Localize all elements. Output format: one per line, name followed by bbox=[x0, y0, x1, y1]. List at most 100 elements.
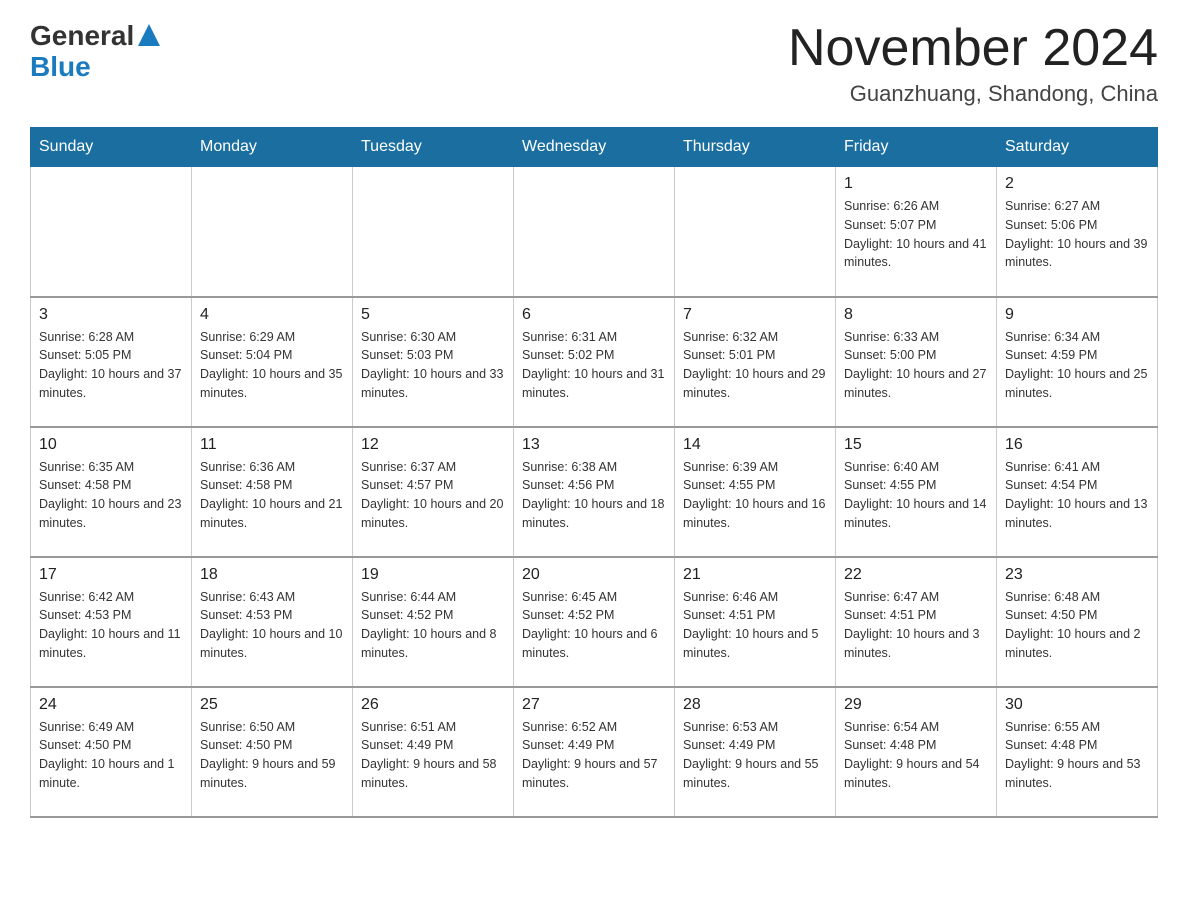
day-info: Sunrise: 6:53 AMSunset: 4:49 PMDaylight:… bbox=[683, 718, 827, 793]
day-number: 11 bbox=[200, 436, 344, 454]
calendar-cell: 25 Sunrise: 6:50 AMSunset: 4:50 PMDayligh… bbox=[192, 687, 353, 817]
calendar-cell: 2 Sunrise: 6:27 AMSunset: 5:06 PMDaylight… bbox=[997, 167, 1158, 297]
header-row: SundayMondayTuesdayWednesdayThursdayFrid… bbox=[31, 128, 1158, 167]
page-header: General Blue November 2024 Guanzhuang, S… bbox=[30, 20, 1158, 107]
day-info: Sunrise: 6:34 AMSunset: 4:59 PMDaylight:… bbox=[1005, 328, 1149, 403]
calendar-cell: 21 Sunrise: 6:46 AMSunset: 4:51 PMDayligh… bbox=[675, 557, 836, 687]
day-number: 12 bbox=[361, 436, 505, 454]
calendar-cell: 4 Sunrise: 6:29 AMSunset: 5:04 PMDaylight… bbox=[192, 297, 353, 427]
day-number: 15 bbox=[844, 436, 988, 454]
calendar-cell bbox=[31, 167, 192, 297]
calendar-cell: 20Sunrise: 6:45 AMSunset: 4:52 PMDayligh… bbox=[514, 557, 675, 687]
day-info: Sunrise: 6:51 AMSunset: 4:49 PMDaylight:… bbox=[361, 718, 505, 793]
title-section: November 2024 Guanzhuang, Shandong, Chin… bbox=[788, 20, 1158, 107]
day-number: 2 bbox=[1005, 175, 1149, 193]
day-number: 27 bbox=[522, 696, 666, 714]
calendar-cell: 7 Sunrise: 6:32 AMSunset: 5:01 PMDaylight… bbox=[675, 297, 836, 427]
day-info: Sunrise: 6:32 AMSunset: 5:01 PMDaylight:… bbox=[683, 328, 827, 403]
day-number: 19 bbox=[361, 566, 505, 584]
calendar-table: SundayMondayTuesdayWednesdayThursdayFrid… bbox=[30, 127, 1158, 818]
day-number: 16 bbox=[1005, 436, 1149, 454]
calendar-cell: 1 Sunrise: 6:26 AMSunset: 5:07 PMDaylight… bbox=[836, 167, 997, 297]
calendar-body: 1 Sunrise: 6:26 AMSunset: 5:07 PMDaylight… bbox=[31, 167, 1158, 817]
calendar-cell: 27 Sunrise: 6:52 AMSunset: 4:49 PMDayligh… bbox=[514, 687, 675, 817]
day-number: 23 bbox=[1005, 566, 1149, 584]
calendar-cell: 10 Sunrise: 6:35 AMSunset: 4:58 PMDayligh… bbox=[31, 427, 192, 557]
calendar-cell: 23 Sunrise: 6:48 AMSunset: 4:50 PMDayligh… bbox=[997, 557, 1158, 687]
calendar-cell: 9 Sunrise: 6:34 AMSunset: 4:59 PMDaylight… bbox=[997, 297, 1158, 427]
header-cell-tuesday: Tuesday bbox=[353, 128, 514, 167]
day-number: 17 bbox=[39, 566, 183, 584]
header-cell-monday: Monday bbox=[192, 128, 353, 167]
day-number: 21 bbox=[683, 566, 827, 584]
month-title: November 2024 bbox=[788, 20, 1158, 77]
day-number: 9 bbox=[1005, 306, 1149, 324]
day-info: Sunrise: 6:40 AMSunset: 4:55 PMDaylight:… bbox=[844, 458, 988, 533]
day-number: 8 bbox=[844, 306, 988, 324]
day-info: Sunrise: 6:36 AMSunset: 4:58 PMDaylight:… bbox=[200, 458, 344, 533]
day-number: 18 bbox=[200, 566, 344, 584]
logo-general-text: General bbox=[30, 22, 134, 50]
calendar-cell bbox=[192, 167, 353, 297]
header-cell-sunday: Sunday bbox=[31, 128, 192, 167]
day-info: Sunrise: 6:27 AMSunset: 5:06 PMDaylight:… bbox=[1005, 197, 1149, 272]
week-row-3: 10 Sunrise: 6:35 AMSunset: 4:58 PMDayligh… bbox=[31, 427, 1158, 557]
calendar-cell: 14Sunrise: 6:39 AMSunset: 4:55 PMDayligh… bbox=[675, 427, 836, 557]
calendar-cell bbox=[514, 167, 675, 297]
day-info: Sunrise: 6:26 AMSunset: 5:07 PMDaylight:… bbox=[844, 197, 988, 272]
calendar-cell: 12Sunrise: 6:37 AMSunset: 4:57 PMDayligh… bbox=[353, 427, 514, 557]
day-number: 29 bbox=[844, 696, 988, 714]
day-info: Sunrise: 6:41 AMSunset: 4:54 PMDaylight:… bbox=[1005, 458, 1149, 533]
day-info: Sunrise: 6:49 AMSunset: 4:50 PMDaylight:… bbox=[39, 718, 183, 793]
day-info: Sunrise: 6:43 AMSunset: 4:53 PMDaylight:… bbox=[200, 588, 344, 663]
day-number: 20 bbox=[522, 566, 666, 584]
day-number: 7 bbox=[683, 306, 827, 324]
day-number: 25 bbox=[200, 696, 344, 714]
week-row-4: 17 Sunrise: 6:42 AMSunset: 4:53 PMDayligh… bbox=[31, 557, 1158, 687]
day-number: 3 bbox=[39, 306, 183, 324]
calendar-cell: 30 Sunrise: 6:55 AMSunset: 4:48 PMDayligh… bbox=[997, 687, 1158, 817]
day-number: 30 bbox=[1005, 696, 1149, 714]
calendar-cell: 11 Sunrise: 6:36 AMSunset: 4:58 PMDayligh… bbox=[192, 427, 353, 557]
day-info: Sunrise: 6:31 AMSunset: 5:02 PMDaylight:… bbox=[522, 328, 666, 403]
day-info: Sunrise: 6:30 AMSunset: 5:03 PMDaylight:… bbox=[361, 328, 505, 403]
calendar-cell: 22Sunrise: 6:47 AMSunset: 4:51 PMDayligh… bbox=[836, 557, 997, 687]
logo: General Blue bbox=[30, 20, 160, 83]
logo-blue-text: Blue bbox=[30, 51, 91, 83]
day-info: Sunrise: 6:29 AMSunset: 5:04 PMDaylight:… bbox=[200, 328, 344, 403]
day-number: 13 bbox=[522, 436, 666, 454]
day-number: 28 bbox=[683, 696, 827, 714]
calendar-cell: 28 Sunrise: 6:53 AMSunset: 4:49 PMDayligh… bbox=[675, 687, 836, 817]
week-row-5: 24 Sunrise: 6:49 AMSunset: 4:50 PMDayligh… bbox=[31, 687, 1158, 817]
calendar-cell: 19 Sunrise: 6:44 AMSunset: 4:52 PMDayligh… bbox=[353, 557, 514, 687]
header-cell-wednesday: Wednesday bbox=[514, 128, 675, 167]
day-number: 6 bbox=[522, 306, 666, 324]
day-info: Sunrise: 6:33 AMSunset: 5:00 PMDaylight:… bbox=[844, 328, 988, 403]
week-row-2: 3Sunrise: 6:28 AMSunset: 5:05 PMDaylight… bbox=[31, 297, 1158, 427]
day-info: Sunrise: 6:39 AMSunset: 4:55 PMDaylight:… bbox=[683, 458, 827, 533]
day-number: 4 bbox=[200, 306, 344, 324]
header-cell-friday: Friday bbox=[836, 128, 997, 167]
calendar-cell: 16 Sunrise: 6:41 AMSunset: 4:54 PMDayligh… bbox=[997, 427, 1158, 557]
calendar-header: SundayMondayTuesdayWednesdayThursdayFrid… bbox=[31, 128, 1158, 167]
day-info: Sunrise: 6:50 AMSunset: 4:50 PMDaylight:… bbox=[200, 718, 344, 793]
day-info: Sunrise: 6:44 AMSunset: 4:52 PMDaylight:… bbox=[361, 588, 505, 663]
day-info: Sunrise: 6:46 AMSunset: 4:51 PMDaylight:… bbox=[683, 588, 827, 663]
calendar-cell: 26Sunrise: 6:51 AMSunset: 4:49 PMDayligh… bbox=[353, 687, 514, 817]
day-info: Sunrise: 6:35 AMSunset: 4:58 PMDaylight:… bbox=[39, 458, 183, 533]
day-info: Sunrise: 6:42 AMSunset: 4:53 PMDaylight:… bbox=[39, 588, 183, 663]
day-info: Sunrise: 6:52 AMSunset: 4:49 PMDaylight:… bbox=[522, 718, 666, 793]
day-number: 24 bbox=[39, 696, 183, 714]
day-number: 1 bbox=[844, 175, 988, 193]
day-info: Sunrise: 6:48 AMSunset: 4:50 PMDaylight:… bbox=[1005, 588, 1149, 663]
calendar-cell: 8 Sunrise: 6:33 AMSunset: 5:00 PMDaylight… bbox=[836, 297, 997, 427]
calendar-cell bbox=[353, 167, 514, 297]
calendar-cell: 6 Sunrise: 6:31 AMSunset: 5:02 PMDaylight… bbox=[514, 297, 675, 427]
logo-triangle-icon bbox=[138, 24, 160, 46]
day-info: Sunrise: 6:55 AMSunset: 4:48 PMDaylight:… bbox=[1005, 718, 1149, 793]
day-number: 10 bbox=[39, 436, 183, 454]
calendar-cell: 5Sunrise: 6:30 AMSunset: 5:03 PMDaylight… bbox=[353, 297, 514, 427]
calendar-cell: 17 Sunrise: 6:42 AMSunset: 4:53 PMDayligh… bbox=[31, 557, 192, 687]
week-row-1: 1 Sunrise: 6:26 AMSunset: 5:07 PMDaylight… bbox=[31, 167, 1158, 297]
location-title: Guanzhuang, Shandong, China bbox=[788, 81, 1158, 107]
